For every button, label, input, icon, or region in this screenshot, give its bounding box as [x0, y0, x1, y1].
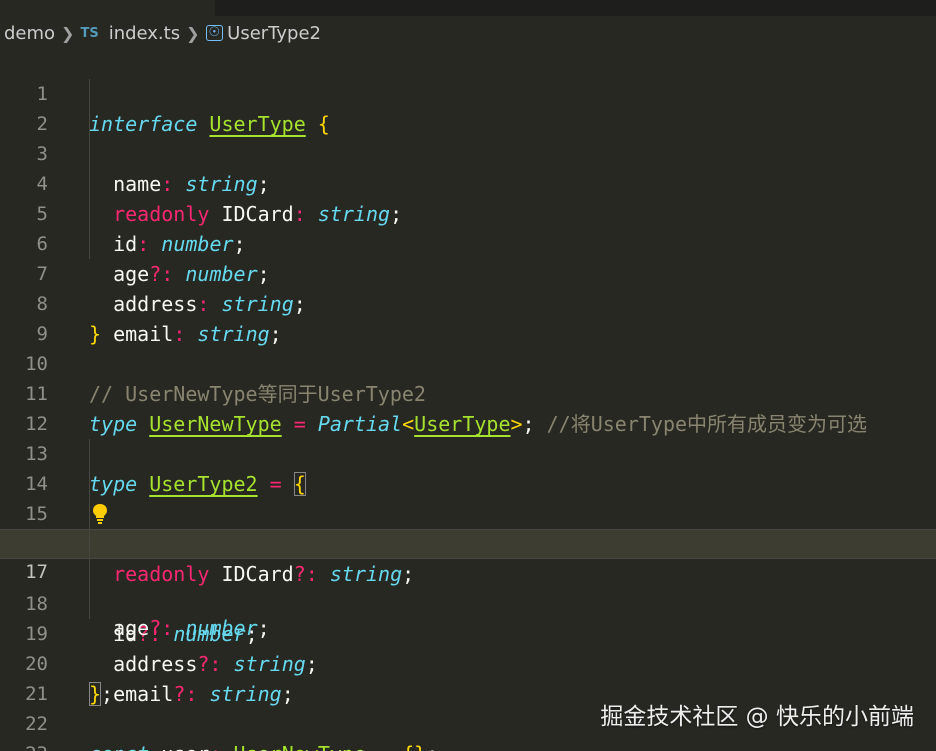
code-line[interactable]: 15 readonly IDCard?: string; [0, 469, 936, 586]
watermark: 掘金技术社区 @ 快乐的小前端 [600, 704, 914, 730]
indent-guide [89, 169, 90, 199]
type-name: UserNewType [234, 742, 366, 751]
code-line[interactable]: 5 age?: number; [0, 169, 936, 286]
bracket: } [414, 742, 426, 751]
chevron-right-icon: ❯ [61, 23, 75, 43]
code-line[interactable]: 9 [0, 289, 936, 345]
code-line[interactable]: 12 [0, 379, 936, 435]
indent-guide [89, 109, 90, 139]
code-line[interactable]: 13 type UserType2 = { [0, 409, 936, 496]
chevron-right-icon: ❯ [186, 23, 200, 43]
code-line[interactable]: 8 } [0, 259, 936, 346]
indent-guide [89, 229, 90, 259]
indent-guide [89, 499, 90, 529]
indent-guide [89, 139, 90, 169]
code-line[interactable]: 11 type UserNewType = Partial<UserType>;… [0, 349, 936, 436]
indent-guide [89, 79, 90, 109]
breadcrumb-symbol[interactable]: UserType2 [227, 23, 321, 44]
line-number: 23 [0, 739, 48, 751]
typescript-file-icon: TS [80, 25, 99, 41]
indent-guide [89, 559, 90, 589]
punctuation: ; [426, 742, 438, 751]
symbol-interface-icon: ☉ [205, 25, 224, 41]
variable: user [161, 742, 209, 751]
code-line[interactable]: 20 }; [0, 619, 936, 706]
bracket: { [402, 742, 414, 751]
code-line[interactable]: 3 readonly IDCard: string; [0, 109, 936, 226]
code-line[interactable]: 19 email?: string; [0, 589, 936, 706]
tab-bar [0, 0, 936, 16]
line-content: const user: UserNewType = {}; [89, 739, 438, 751]
breadcrumb-folder[interactable]: demo [4, 23, 55, 44]
code-line[interactable]: 6 address: string; [0, 199, 936, 316]
code-line[interactable]: 21 [0, 649, 936, 705]
operator: = [378, 742, 390, 751]
indent-guide [89, 469, 90, 499]
operator: : [209, 742, 221, 751]
code-line[interactable]: 4 id: number; [0, 139, 936, 256]
code-line[interactable]: 2 name: string; [0, 79, 936, 196]
code-editor[interactable]: demo ❯ TS index.ts ❯ ☉ UserType2 1 inter… [0, 0, 936, 751]
code-line-current[interactable]: 17 age?: number; [0, 529, 936, 640]
indent-guide [89, 439, 90, 469]
code-line[interactable]: 10 // UserNewType等同于UserType2 [0, 319, 936, 406]
indent-guide [89, 530, 90, 560]
indent-guide [89, 199, 90, 229]
lightbulb-icon[interactable] [92, 503, 108, 525]
code-area[interactable]: 1 interface UserType { 2 name: string; 3… [0, 49, 936, 751]
code-line[interactable]: 7 email: string; [0, 229, 936, 346]
keyword: const [89, 742, 149, 751]
code-line[interactable]: 14 name?: string; [0, 439, 936, 556]
code-line[interactable]: 16 id?: number; [0, 499, 936, 646]
breadcrumb: demo ❯ TS index.ts ❯ ☉ UserType2 [4, 17, 321, 49]
code-line[interactable]: 18 address?: string; [0, 559, 936, 676]
code-line[interactable]: 1 interface UserType { [0, 49, 936, 136]
active-tab[interactable] [0, 0, 215, 16]
breadcrumb-file[interactable]: index.ts [109, 23, 180, 44]
indent-guide [89, 589, 90, 619]
